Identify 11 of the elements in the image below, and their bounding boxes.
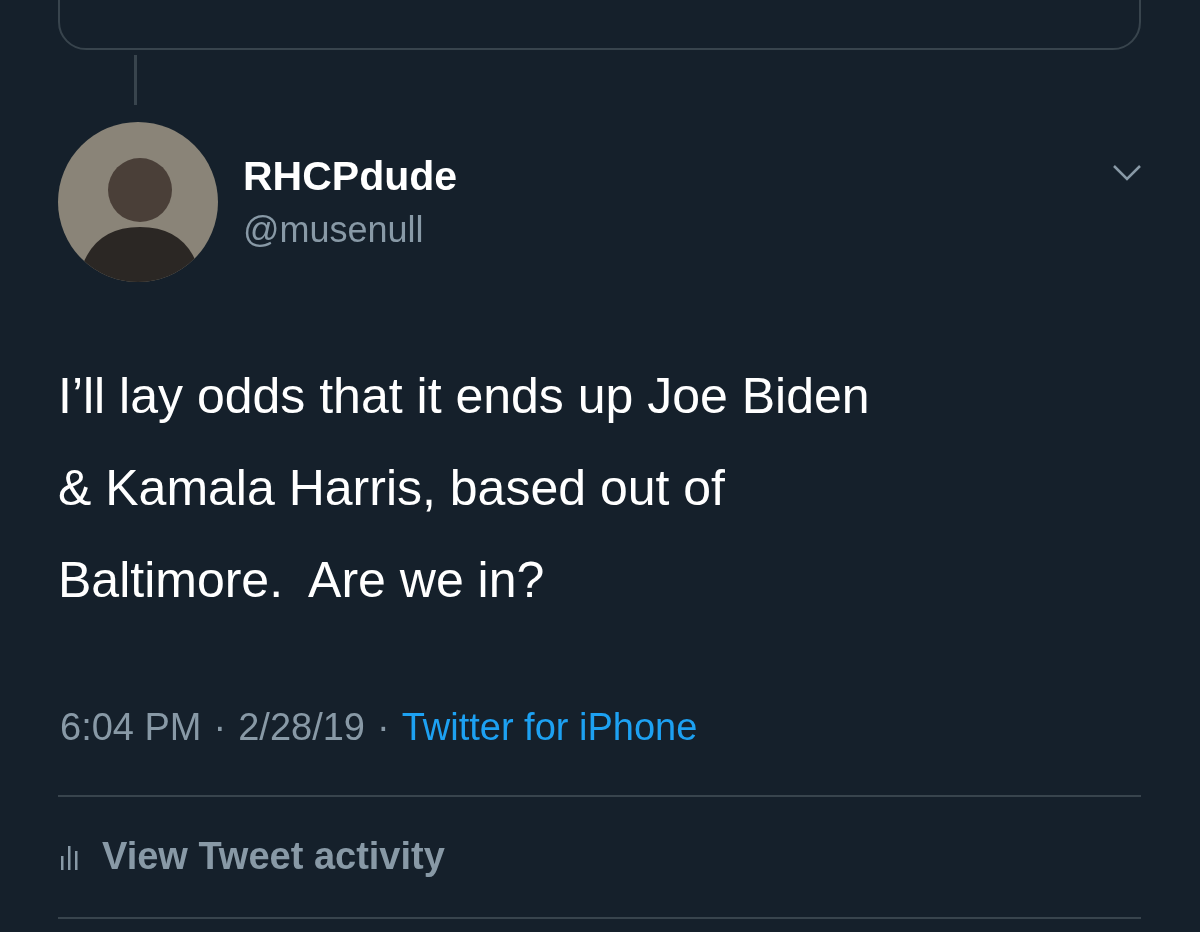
tweet-date: 2/28/19 (238, 705, 365, 750)
source-link[interactable]: Twitter for iPhone (401, 702, 698, 752)
chevron-down-icon[interactable] (1112, 164, 1142, 182)
tweet-time: 6:04 PM (60, 705, 202, 750)
separator: · (377, 705, 390, 750)
author-name[interactable]: RHCPdude (243, 150, 458, 202)
author-handle[interactable]: @musenull (243, 202, 458, 258)
separator: · (213, 705, 227, 750)
thread-line (134, 55, 137, 105)
view-activity-link[interactable]: View Tweet activity (102, 827, 445, 885)
tweet-text: I’ll lay odds that it ends up Joe Biden & Kamala Harris, based out of Baltimore. Are we in? (58, 367, 871, 610)
